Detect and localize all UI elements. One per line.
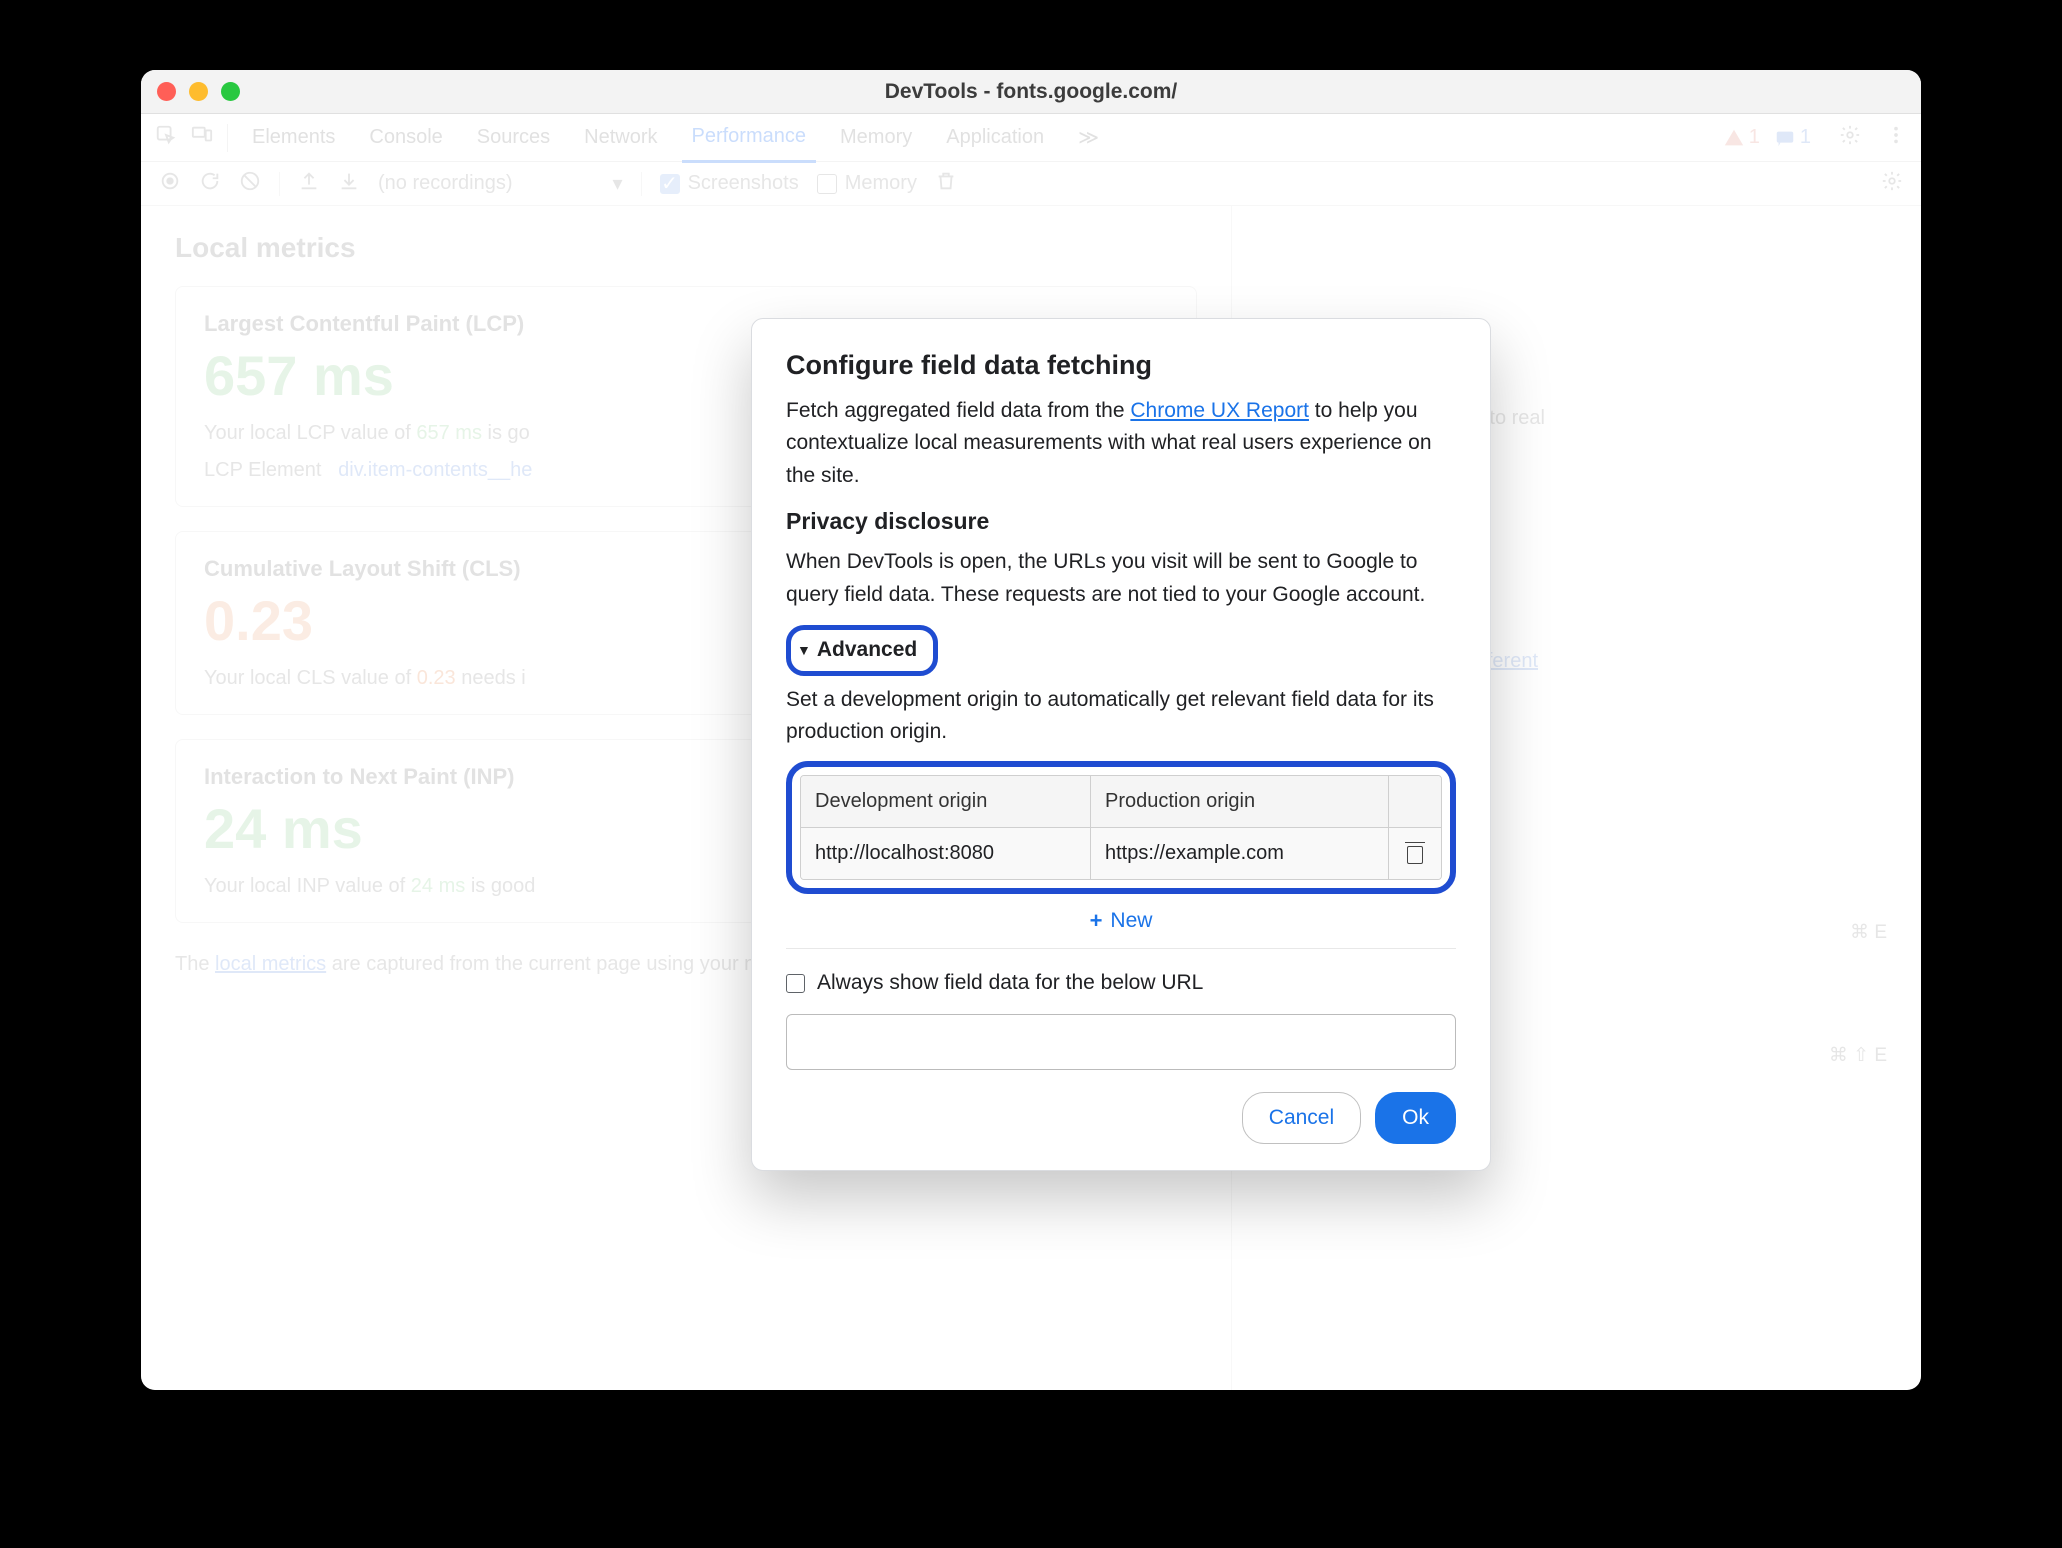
- advanced-label: Advanced: [817, 634, 917, 667]
- col-production-origin: Production origin: [1091, 776, 1389, 827]
- advanced-highlight-ring: ▼ Advanced: [786, 625, 938, 676]
- advanced-toggle[interactable]: ▼ Advanced: [793, 632, 927, 669]
- configure-field-data-modal: Configure field data fetching Fetch aggr…: [751, 318, 1491, 1171]
- new-origin-button[interactable]: + New: [786, 894, 1456, 949]
- window-title: DevTools - fonts.google.com/: [141, 80, 1921, 104]
- cancel-button[interactable]: Cancel: [1242, 1092, 1361, 1145]
- override-url-input[interactable]: [786, 1014, 1456, 1070]
- origin-mapping-table: Development origin Production origin htt…: [800, 775, 1442, 880]
- new-label: New: [1110, 905, 1152, 938]
- modal-intro-text: Fetch aggregated field data from the Chr…: [786, 395, 1456, 493]
- origin-table-header: Development origin Production origin: [801, 776, 1441, 828]
- crux-report-link[interactable]: Chrome UX Report: [1130, 399, 1309, 422]
- prod-origin-cell[interactable]: https://example.com: [1091, 828, 1389, 879]
- modal-heading: Configure field data fetching: [786, 345, 1456, 387]
- delete-row-button[interactable]: [1389, 828, 1441, 879]
- origin-table-row: http://localhost:8080 https://example.co…: [801, 828, 1441, 879]
- plus-icon: +: [1090, 904, 1103, 938]
- disclosure-triangle-icon: ▼: [797, 640, 811, 662]
- always-show-label: Always show field data for the below URL: [817, 967, 1203, 1000]
- modal-button-row: Cancel Ok: [786, 1092, 1456, 1145]
- col-development-origin: Development origin: [801, 776, 1091, 827]
- advanced-description: Set a development origin to automaticall…: [786, 684, 1456, 749]
- origin-mapping-highlight-ring: Development origin Production origin htt…: [786, 761, 1456, 894]
- titlebar: DevTools - fonts.google.com/: [141, 70, 1921, 114]
- dev-origin-cell[interactable]: http://localhost:8080: [801, 828, 1091, 879]
- privacy-text: When DevTools is open, the URLs you visi…: [786, 546, 1456, 611]
- trash-icon: [1405, 842, 1425, 864]
- col-actions: [1389, 776, 1441, 827]
- devtools-window: DevTools - fonts.google.com/ Elements Co…: [141, 70, 1921, 1390]
- checkbox-empty-icon: [786, 974, 805, 993]
- ok-button[interactable]: Ok: [1375, 1092, 1456, 1145]
- always-show-checkbox[interactable]: Always show field data for the below URL: [786, 967, 1456, 1000]
- privacy-heading: Privacy disclosure: [786, 504, 1456, 540]
